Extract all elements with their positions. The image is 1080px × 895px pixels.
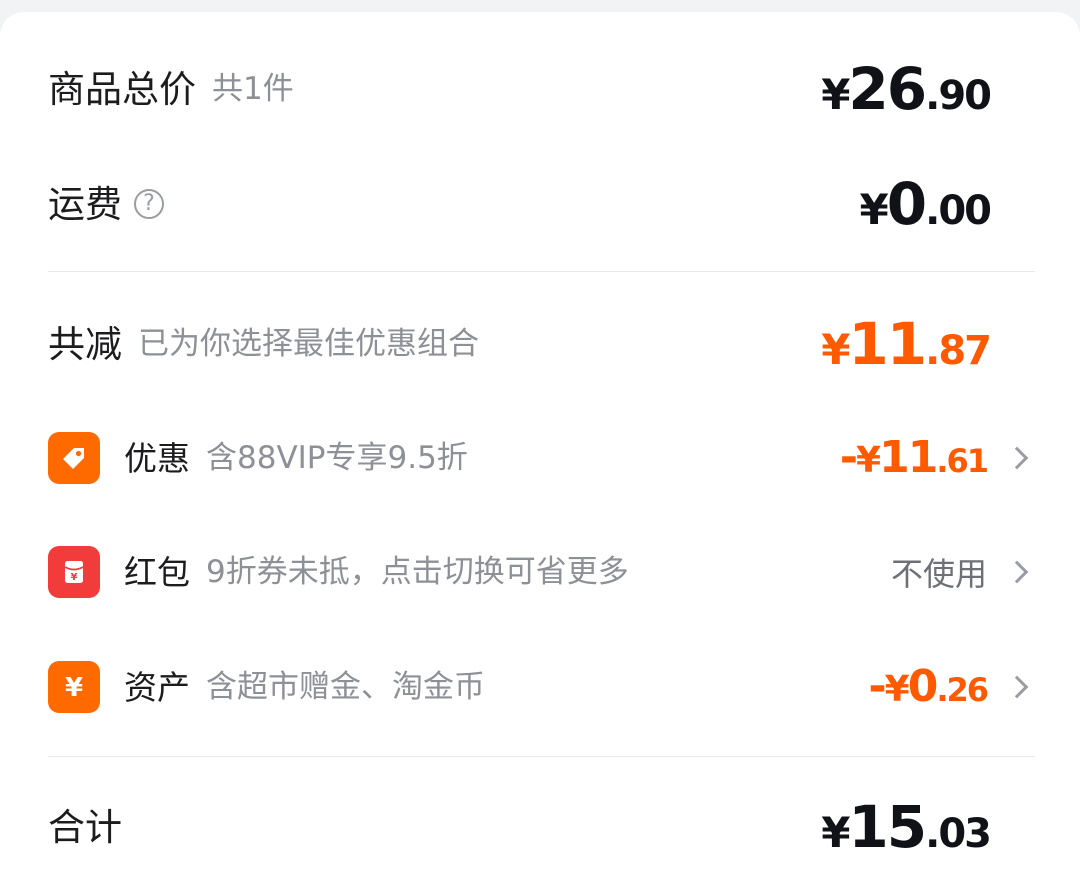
discount-row-promotion[interactable]: 优惠 含88VIP专享9.5折 -¥11.61 (48, 432, 1035, 484)
grand-total-row: 合计 ¥15.03 (48, 793, 1035, 861)
assets-amount: -¥0.26 (868, 661, 989, 712)
grand-total-price: ¥15.03 (821, 793, 992, 861)
yen-coin-icon: ¥ (48, 661, 100, 713)
shipping-label: 运费 (48, 182, 122, 226)
goods-total-price: ¥26.90 (821, 55, 992, 123)
discount-row-assets[interactable]: ¥ 资产 含超市赠金、淘金币 -¥0.26 (48, 661, 1035, 713)
shipping-row: 运费 ? ¥0.00 (48, 175, 1035, 233)
goods-total-label: 商品总价 (48, 67, 196, 111)
red-envelope-note: 9折券未抵，点击切换可省更多 (206, 553, 629, 590)
chevron-right-icon (1005, 560, 1029, 584)
promotion-amount: -¥11.61 (839, 432, 989, 483)
order-summary-card: 商品总价 共1件 ¥26.90 运费 ? ¥0.00 共减 已为你选择最佳优惠组… (0, 12, 1080, 895)
goods-count: 共1件 (212, 70, 294, 107)
promotion-note: 含88VIP专享9.5折 (206, 439, 468, 476)
chevron-right-icon (1005, 675, 1029, 699)
tag-icon (48, 432, 100, 484)
assets-label: 资产 (124, 667, 190, 707)
question-circle-icon[interactable]: ? (134, 189, 164, 219)
goods-total-row: 商品总价 共1件 ¥26.90 (48, 60, 1035, 118)
promotion-label: 优惠 (124, 438, 190, 478)
assets-note: 含超市赠金、淘金币 (206, 668, 485, 705)
chevron-right-icon (1005, 446, 1029, 470)
shipping-price: ¥0.00 (859, 170, 992, 238)
total-discount-label: 共减 (48, 322, 122, 366)
total-discount-row: 共减 已为你选择最佳优惠组合 ¥11.87 (48, 315, 1035, 373)
red-envelope-value: 不使用 (890, 555, 987, 593)
discount-row-red-envelope[interactable]: ¥ 红包 9折券未抵，点击切换可省更多 不使用 (48, 546, 1035, 598)
total-discount-price: ¥11.87 (821, 310, 992, 378)
divider (48, 271, 1035, 272)
svg-text:¥: ¥ (65, 673, 83, 702)
divider (48, 756, 1035, 757)
red-envelope-icon: ¥ (48, 546, 100, 598)
total-discount-note: 已为你选择最佳优惠组合 (138, 325, 479, 362)
grand-total-label: 合计 (48, 805, 122, 849)
svg-text:¥: ¥ (71, 572, 78, 583)
red-envelope-label: 红包 (124, 552, 190, 592)
